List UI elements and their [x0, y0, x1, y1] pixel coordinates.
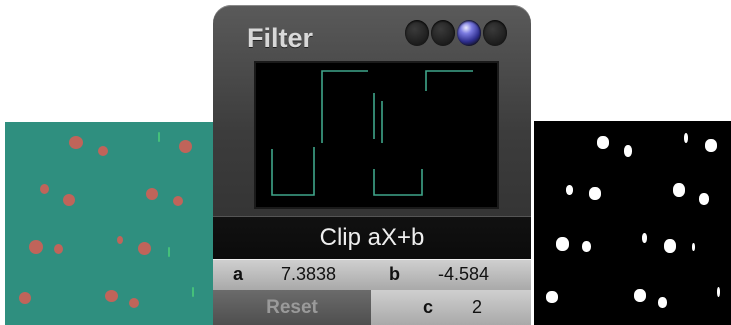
formula-caption: Clip aX+b	[319, 224, 425, 251]
input-image	[5, 122, 213, 325]
image-blob	[173, 196, 183, 206]
image-blob	[582, 241, 591, 252]
image-blob	[717, 287, 720, 297]
image-blob	[556, 237, 569, 251]
image-blob	[179, 140, 192, 153]
bottom-controls: Reset c 2	[213, 290, 531, 325]
param-b-label: b	[389, 264, 400, 284]
image-blob	[98, 146, 108, 156]
image-streak	[168, 247, 170, 257]
panel-title: Filter	[247, 23, 314, 53]
indicator-dot-active-icon[interactable]	[457, 20, 481, 46]
output-image	[534, 121, 731, 325]
parameters-row: a 7.3838 b -4.584	[213, 259, 531, 291]
transfer-curve-icon	[271, 70, 473, 196]
param-c-field[interactable]: c 2	[371, 290, 531, 325]
image-blob	[29, 240, 43, 254]
image-blob	[642, 233, 647, 243]
image-blob	[634, 289, 646, 302]
indicator-dot-icon[interactable]	[405, 20, 429, 46]
param-b-value[interactable]: -4.584	[438, 264, 489, 285]
param-c-label: c	[423, 297, 434, 317]
image-blob	[589, 187, 601, 200]
image-blob	[146, 188, 158, 200]
image-blob	[40, 184, 49, 194]
image-blob	[54, 244, 63, 254]
image-streak	[192, 287, 194, 297]
image-blob	[624, 145, 632, 157]
formula-bar: Clip aX+b	[213, 216, 531, 259]
image-blob	[705, 139, 717, 152]
image-blob	[138, 242, 151, 255]
image-blob	[546, 291, 558, 303]
indicator-group	[405, 20, 507, 46]
image-blob	[566, 185, 573, 195]
image-blob	[664, 239, 676, 253]
image-blob	[69, 136, 83, 149]
image-blob	[673, 183, 685, 197]
image-blob	[129, 298, 139, 308]
image-blob	[684, 133, 688, 143]
image-blob	[597, 136, 609, 149]
filter-panel: Filter Clip aX+b a 7.3838 b -4.584 Reset	[213, 5, 531, 325]
indicator-dot-icon[interactable]	[431, 20, 455, 46]
image-blob	[658, 297, 667, 308]
image-blob	[692, 243, 695, 251]
transfer-function-display	[254, 61, 499, 209]
param-c-value[interactable]: 2	[472, 297, 482, 318]
image-streak	[158, 132, 160, 142]
image-blob	[63, 194, 75, 206]
image-blob	[117, 236, 123, 244]
indicator-dot-icon[interactable]	[483, 20, 507, 46]
image-blob	[19, 292, 31, 304]
reset-button[interactable]: Reset	[213, 290, 372, 325]
param-a-label: a	[233, 264, 244, 284]
image-blob	[699, 193, 709, 205]
param-a-value[interactable]: 7.3838	[281, 264, 336, 285]
image-blob	[105, 290, 118, 302]
